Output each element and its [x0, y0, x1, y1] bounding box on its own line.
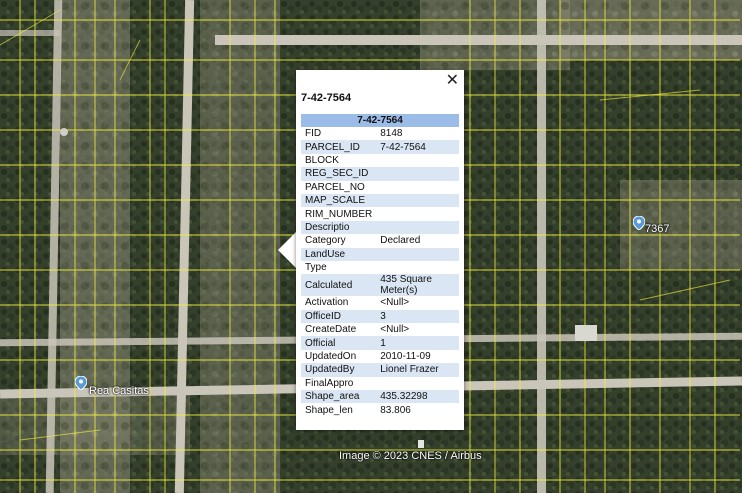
table-row: RIM_NUMBER — [301, 207, 459, 220]
parcel-info-popup: ✕ 7-42-7564 7-42-7564 FID 8148 PARCEL_ID 7-… — [296, 70, 464, 430]
table-row: UpdatedBy Lionel Frazer — [301, 363, 459, 377]
location-pin-icon[interactable] — [75, 376, 87, 390]
attribute-key: Shape_area — [301, 390, 377, 404]
table-row: Type — [301, 261, 459, 274]
attribute-key: Descriptio — [301, 220, 377, 235]
attribute-key: Official — [301, 336, 377, 350]
attribute-key: OfficeID — [301, 309, 377, 324]
attribute-value: 8148 — [380, 128, 403, 140]
attribute-value — [376, 207, 459, 220]
attribute-key: PARCEL_ID — [301, 140, 377, 154]
attribute-value: 1 — [376, 336, 459, 350]
imagery-attribution: Image © 2023 CNES / Airbus — [339, 450, 482, 462]
attribute-value: 83.806 — [380, 404, 411, 416]
attribute-value: <Null> — [380, 297, 410, 309]
attribute-value — [376, 247, 459, 261]
table-row: REG_SEC_ID — [301, 167, 459, 181]
attribute-key: Type — [305, 262, 327, 274]
attribute-value: 435 Square Meter(s) — [376, 274, 459, 297]
attribute-key: FID — [305, 128, 322, 140]
popup-title: 7-42-7564 — [301, 92, 352, 104]
attribute-value — [376, 181, 459, 194]
table-row: MAP_SCALE — [301, 193, 459, 208]
attribute-key: CreateDate — [305, 324, 357, 336]
table-row: BLOCK — [301, 154, 459, 167]
close-icon[interactable]: ✕ — [446, 71, 459, 89]
attribute-value — [376, 377, 459, 390]
attribute-key: PARCEL_NO — [305, 181, 365, 193]
attribute-value — [376, 167, 459, 181]
attribute-key: Category — [305, 235, 346, 247]
table-row: LandUse — [301, 247, 459, 261]
attribute-key: REG_SEC_ID — [301, 167, 377, 181]
table-row: Category Declared — [301, 234, 459, 247]
attribute-key: UpdatedOn — [305, 351, 357, 363]
attribute-value: Lionel Frazer — [376, 363, 459, 377]
location-pin-icon[interactable] — [633, 216, 645, 230]
attribute-key: MAP_SCALE — [301, 193, 377, 208]
table-row: PARCEL_ID 7-42-7564 — [301, 140, 459, 154]
attribute-key: BLOCK — [305, 154, 339, 166]
attribute-key: Shape_len — [305, 404, 353, 416]
attribute-key: FinalAppro — [305, 377, 354, 389]
attribute-key: RIM_NUMBER — [305, 208, 373, 220]
attribute-value: 3 — [376, 309, 459, 324]
table-row: Activation <Null> — [301, 296, 459, 309]
table-row: PARCEL_NO — [301, 181, 459, 194]
attribute-key: LandUse — [301, 247, 377, 261]
table-row: FinalAppro — [301, 377, 459, 390]
place-label-rea-casitas[interactable]: Rea Casitas — [89, 385, 149, 397]
attribute-key: Activation — [305, 297, 349, 309]
table-row: Shape_area 435.32298 — [301, 390, 459, 404]
table-row: OfficeID 3 — [301, 309, 459, 324]
popup-pointer — [278, 232, 296, 268]
attribute-value: Declared — [380, 235, 421, 247]
satellite-map[interactable]: Rea Casitas 7367 Image © 2023 CNES / Air… — [0, 0, 742, 493]
table-row: CreateDate <Null> — [301, 323, 459, 336]
attribute-value: 435.32298 — [376, 390, 459, 404]
attribute-value: <Null> — [380, 324, 410, 336]
attribute-value: 2010-11-09 — [380, 351, 431, 363]
table-row: Descriptio — [301, 220, 459, 235]
table-row: Shape_len 83.806 — [301, 403, 459, 416]
attribute-value — [376, 220, 459, 235]
attribute-value — [376, 154, 459, 167]
attribute-value — [376, 193, 459, 208]
table-row: UpdatedOn 2010-11-09 — [301, 350, 459, 363]
place-label-7367[interactable]: 7367 — [645, 223, 669, 235]
table-row: Calculated 435 Square Meter(s) — [301, 274, 459, 297]
attribute-table: 7-42-7564 FID 8148 PARCEL_ID 7-42-7564 BLOCK… — [301, 114, 459, 417]
attribute-value — [376, 261, 459, 274]
table-row: FID 8148 — [301, 127, 459, 140]
attribute-key: Calculated — [301, 274, 377, 297]
attribute-key: UpdatedBy — [301, 363, 377, 377]
table-row: Official 1 — [301, 336, 459, 350]
attribute-value: 7-42-7564 — [376, 140, 459, 154]
attribute-table-header: 7-42-7564 — [301, 114, 459, 127]
